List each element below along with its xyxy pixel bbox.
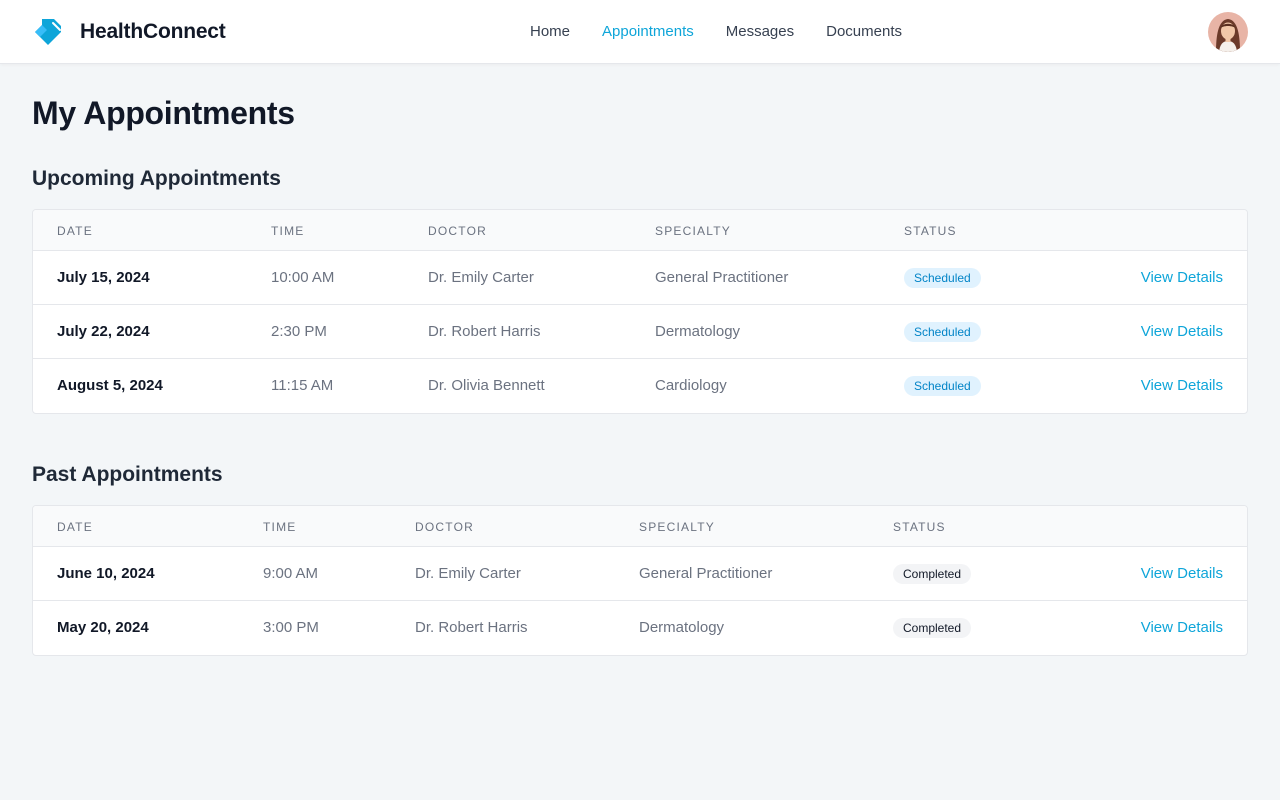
status-badge: Scheduled [904,376,981,396]
table-header: DATE TIME DOCTOR SPECIALTY STATUS [33,506,1247,547]
view-details-link[interactable]: View Details [1141,619,1223,636]
appointment-specialty: Dermatology [639,619,725,636]
column-doctor: DOCTOR [428,224,487,238]
status-badge: Completed [893,618,972,638]
nav-messages[interactable]: Messages [726,22,794,42]
appointment-doctor: Dr. Olivia Bennett [428,377,545,394]
appointment-specialty: Dermatology [655,323,741,340]
appointment-doctor: Dr. Robert Harris [415,619,528,636]
appointment-specialty: General Practitioner [639,565,773,582]
table-row: July 15, 2024 10:00 AM Dr. Emily Carter … [33,251,1247,305]
table-row: August 5, 2024 11:15 AM Dr. Olivia Benne… [33,359,1247,413]
table-row: July 22, 2024 2:30 PM Dr. Robert Harris … [33,305,1247,359]
user-avatar[interactable] [1208,12,1248,52]
column-specialty: SPECIALTY [639,520,715,534]
page-title: My Appointments [32,95,295,131]
status-badge: Scheduled [904,322,981,342]
appointment-doctor: Dr. Emily Carter [428,269,534,286]
status-badge: Scheduled [904,268,981,288]
appointment-time: 3:00 PM [263,619,319,636]
nav-home[interactable]: Home [530,22,570,42]
nav-documents[interactable]: Documents [826,22,902,42]
main-nav: Home Appointments Messages Documents [530,22,934,42]
column-doctor: DOCTOR [415,520,474,534]
brand[interactable]: HealthConnect [32,16,226,48]
appointment-doctor: Dr. Robert Harris [428,323,541,340]
avatar-portrait-icon [1208,12,1248,52]
appointment-date: June 10, 2024 [57,565,155,582]
column-status: STATUS [904,224,957,238]
appointment-time: 11:15 AM [271,377,334,394]
appointment-date: August 5, 2024 [57,377,163,394]
view-details-link[interactable]: View Details [1141,377,1223,394]
view-details-link[interactable]: View Details [1141,323,1223,340]
column-date: DATE [57,520,93,534]
appointment-specialty: Cardiology [655,377,727,394]
nav-appointments[interactable]: Appointments [602,22,694,42]
column-status: STATUS [893,520,946,534]
table-row: June 10, 2024 9:00 AM Dr. Emily Carter G… [33,547,1247,601]
table-header: DATE TIME DOCTOR SPECIALTY STATUS [33,210,1247,251]
top-navbar: HealthConnect Home Appointments Messages… [0,0,1280,64]
past-section-title: Past Appointments [32,463,223,486]
column-time: TIME [271,224,305,238]
view-details-link[interactable]: View Details [1141,269,1223,286]
tag-logo-icon [35,19,61,45]
view-details-link[interactable]: View Details [1141,565,1223,582]
appointment-date: May 20, 2024 [57,619,149,636]
appointment-date: July 22, 2024 [57,323,150,340]
past-appointments-table: DATE TIME DOCTOR SPECIALTY STATUS June 1… [32,505,1248,656]
appointment-time: 2:30 PM [271,323,327,340]
upcoming-appointments-table: DATE TIME DOCTOR SPECIALTY STATUS July 1… [32,209,1248,414]
appointment-date: July 15, 2024 [57,269,150,286]
status-badge: Completed [893,564,972,584]
brand-name: HealthConnect [80,20,226,43]
table-row: May 20, 2024 3:00 PM Dr. Robert Harris D… [33,601,1247,655]
appointment-time: 9:00 AM [263,565,319,582]
column-date: DATE [57,224,93,238]
column-time: TIME [263,520,297,534]
appointment-doctor: Dr. Emily Carter [415,565,521,582]
upcoming-section-title: Upcoming Appointments [32,167,281,190]
appointment-specialty: General Practitioner [655,269,789,286]
appointment-time: 10:00 AM [271,269,335,286]
column-specialty: SPECIALTY [655,224,731,238]
